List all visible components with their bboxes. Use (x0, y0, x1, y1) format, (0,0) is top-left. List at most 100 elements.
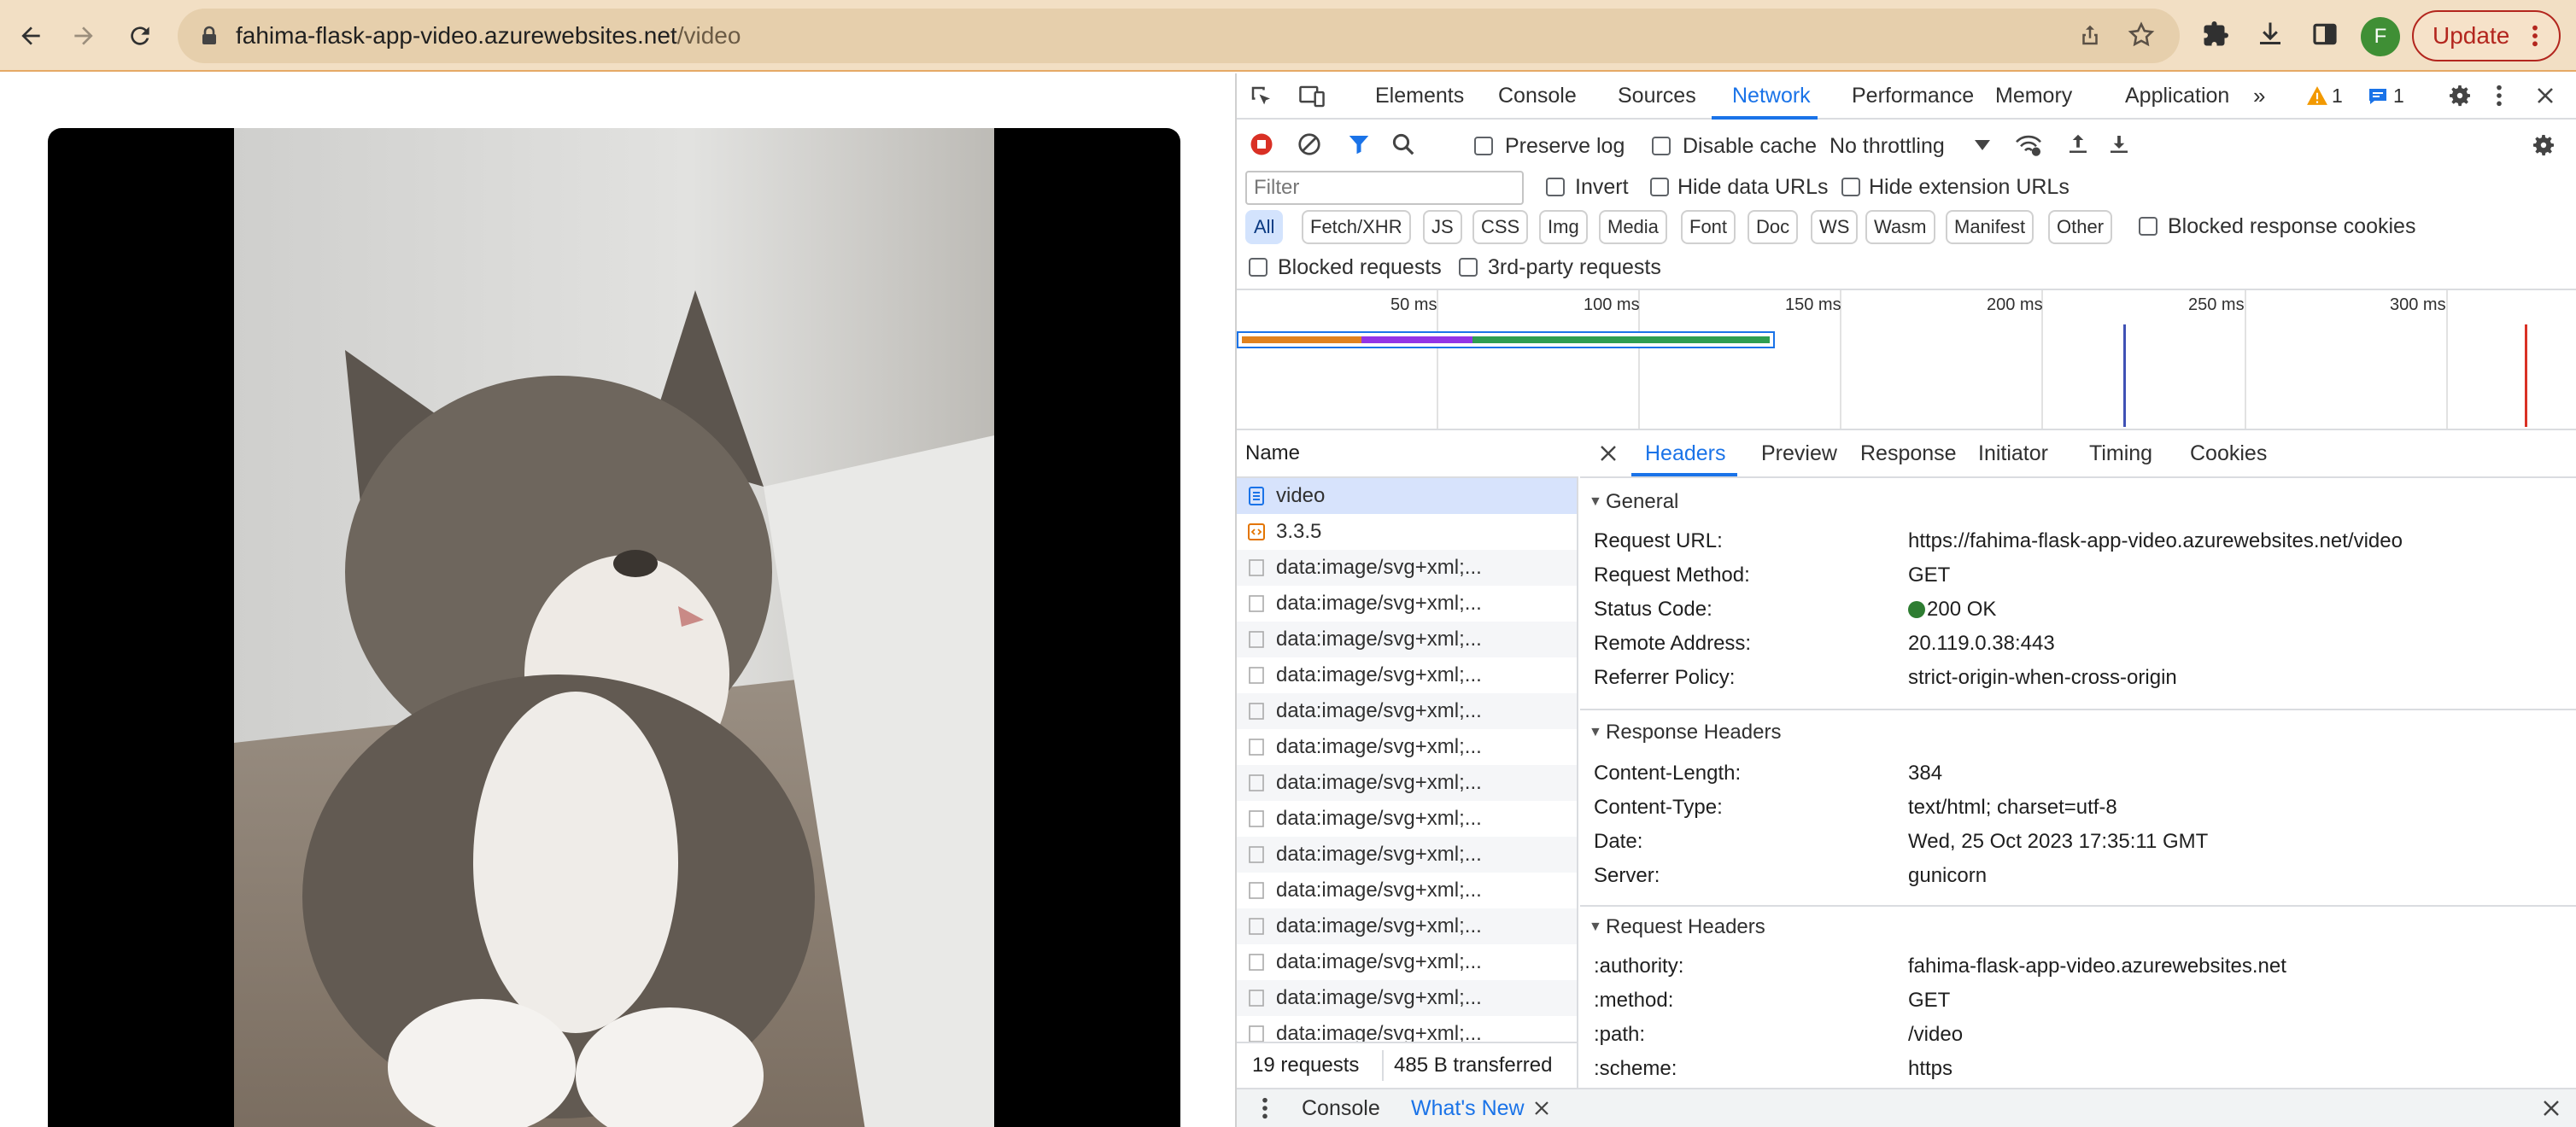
device-toolbar-icon[interactable] (1298, 84, 1326, 109)
message-count: 1 (2393, 85, 2404, 107)
filter-doc[interactable]: Doc (1748, 210, 1799, 244)
drawer-tab-console[interactable]: Console (1302, 1089, 1380, 1127)
search-icon[interactable] (1390, 131, 1416, 157)
tab-preview[interactable]: Preview (1761, 430, 1837, 476)
more-vert-icon[interactable] (2494, 84, 2504, 108)
filter-all[interactable]: All (1245, 210, 1284, 244)
message-icon[interactable] (2368, 87, 2388, 106)
network-settings-gear-icon[interactable] (2530, 131, 2557, 159)
import-har-icon[interactable] (2065, 131, 2091, 157)
inspect-element-icon[interactable] (1249, 84, 1274, 109)
tab-performance[interactable]: Performance (1852, 73, 1974, 120)
request-row[interactable]: data:image/svg+xml;... (1237, 908, 1577, 944)
tab-timing[interactable]: Timing (2089, 430, 2152, 476)
filter-input[interactable]: Filter (1245, 171, 1524, 205)
profile-avatar[interactable]: F (2361, 17, 2400, 56)
filter-ws[interactable]: WS (1811, 210, 1859, 244)
invert-checkbox[interactable] (1546, 178, 1565, 196)
tab-initiator[interactable]: Initiator (1978, 430, 2048, 476)
filter-img[interactable]: Img (1539, 210, 1588, 244)
warning-icon[interactable] (2306, 85, 2328, 106)
download-icon[interactable] (2255, 19, 2286, 50)
tab-application[interactable]: Application (2125, 73, 2229, 120)
clear-icon[interactable] (1297, 131, 1322, 157)
request-row[interactable]: data:image/svg+xml;... (1237, 873, 1577, 908)
filter-other[interactable]: Other (2048, 210, 2113, 244)
bookmark-star-icon[interactable] (2127, 20, 2156, 50)
third-party-requests-checkbox[interactable] (1459, 258, 1478, 277)
blocked-requests-checkbox[interactable] (1249, 258, 1268, 277)
network-summary-bar: 19 requests 485 B transferred (1237, 1042, 1577, 1088)
filter-media[interactable]: Media (1599, 210, 1667, 244)
dropdown-triangle-icon[interactable] (1975, 140, 1990, 150)
throttling-select[interactable]: No throttling (1830, 133, 1945, 159)
section-request-headers[interactable]: Request Headers (1580, 908, 2576, 946)
filter-funnel-icon[interactable] (1346, 131, 1372, 157)
request-name: data:image/svg+xml;... (1276, 1022, 1482, 1042)
network-overview-timeline[interactable]: 50 ms 100 ms 150 ms 200 ms 250 ms 300 ms (1237, 289, 2576, 430)
request-row-script[interactable]: 3.3.5 (1237, 514, 1577, 550)
section-general[interactable]: General (1580, 483, 2576, 521)
request-row[interactable]: data:image/svg+xml;... (1237, 801, 1577, 837)
request-row[interactable]: data:image/svg+xml;... (1237, 765, 1577, 801)
tab-headers[interactable]: Headers (1645, 430, 1726, 476)
request-row-video[interactable]: video (1237, 478, 1577, 514)
filter-css[interactable]: CSS (1472, 210, 1529, 244)
network-toolbar: Preserve log Disable cache No throttling (1237, 121, 2576, 169)
request-list: Name video 3.3.5 data:image/svg+xml;... … (1237, 430, 1578, 1088)
request-row[interactable]: data:image/svg+xml;... (1237, 622, 1577, 657)
video-player[interactable] (48, 128, 1180, 1127)
request-row[interactable]: data:image/svg+xml;... (1237, 980, 1577, 1016)
back-button[interactable] (7, 12, 55, 60)
request-row[interactable]: data:image/svg+xml;... (1237, 944, 1577, 980)
section-response-headers[interactable]: Response Headers (1580, 714, 2576, 751)
request-row[interactable]: data:image/svg+xml;... (1237, 837, 1577, 873)
browser-toolbar: fahima-flask-app-video.azurewebsites.net… (0, 0, 2576, 72)
close-devtools-icon[interactable] (2535, 85, 2556, 106)
close-details-icon[interactable] (1599, 444, 1618, 463)
tab-elements[interactable]: Elements (1375, 73, 1464, 120)
preserve-log-checkbox[interactable] (1474, 137, 1493, 155)
tab-cookies[interactable]: Cookies (2190, 430, 2267, 476)
filter-manifest[interactable]: Manifest (1946, 210, 2034, 244)
load-event-marker (2525, 324, 2527, 427)
hide-extension-urls-checkbox[interactable] (1841, 178, 1860, 196)
header-value: https://fahima-flask-app-video.azurewebs… (1908, 529, 2403, 552)
settings-gear-icon[interactable] (2446, 82, 2474, 109)
network-conditions-wifi-icon[interactable] (2014, 133, 2043, 157)
request-row[interactable]: data:image/svg+xml;... (1237, 729, 1577, 765)
share-icon[interactable] (2077, 22, 2103, 48)
update-button[interactable]: Update (2412, 10, 2561, 61)
hide-data-urls-checkbox[interactable] (1650, 178, 1669, 196)
reload-button[interactable] (116, 12, 164, 60)
close-tab-icon[interactable] (1534, 1101, 1549, 1116)
request-row[interactable]: data:image/svg+xml;... (1237, 1016, 1577, 1042)
address-bar[interactable]: fahima-flask-app-video.azurewebsites.net… (178, 9, 2180, 63)
side-panel-icon[interactable] (2311, 20, 2339, 48)
drawer-menu-icon[interactable] (1261, 1096, 1269, 1120)
record-stop-icon[interactable] (1249, 131, 1274, 157)
filter-js[interactable]: JS (1423, 210, 1462, 244)
more-tabs-chevron-icon[interactable]: » (2253, 73, 2265, 120)
request-row[interactable]: data:image/svg+xml;... (1237, 657, 1577, 693)
request-row[interactable]: data:image/svg+xml;... (1237, 550, 1577, 586)
disable-cache-checkbox[interactable] (1652, 137, 1671, 155)
blocked-response-cookies-checkbox[interactable] (2139, 217, 2157, 236)
request-row[interactable]: data:image/svg+xml;... (1237, 586, 1577, 622)
export-har-icon[interactable] (2106, 131, 2132, 157)
filter-font[interactable]: Font (1681, 210, 1736, 244)
name-column-header[interactable]: Name (1237, 430, 1578, 478)
tab-network[interactable]: Network (1732, 73, 1811, 120)
tab-sources[interactable]: Sources (1618, 73, 1696, 120)
filter-fetch-xhr[interactable]: Fetch/XHR (1302, 210, 1411, 244)
tab-memory[interactable]: Memory (1995, 73, 2072, 120)
tab-console[interactable]: Console (1498, 73, 1577, 120)
close-drawer-icon[interactable] (2542, 1099, 2561, 1118)
drawer-tab-whats-new[interactable]: What's New (1411, 1089, 1525, 1127)
tab-response[interactable]: Response (1860, 430, 1957, 476)
filter-wasm[interactable]: Wasm (1865, 210, 1935, 244)
forward-button[interactable] (60, 12, 108, 60)
request-name: data:image/svg+xml;... (1276, 628, 1482, 651)
request-row[interactable]: data:image/svg+xml;... (1237, 693, 1577, 729)
extensions-puzzle-icon[interactable] (2200, 19, 2231, 50)
